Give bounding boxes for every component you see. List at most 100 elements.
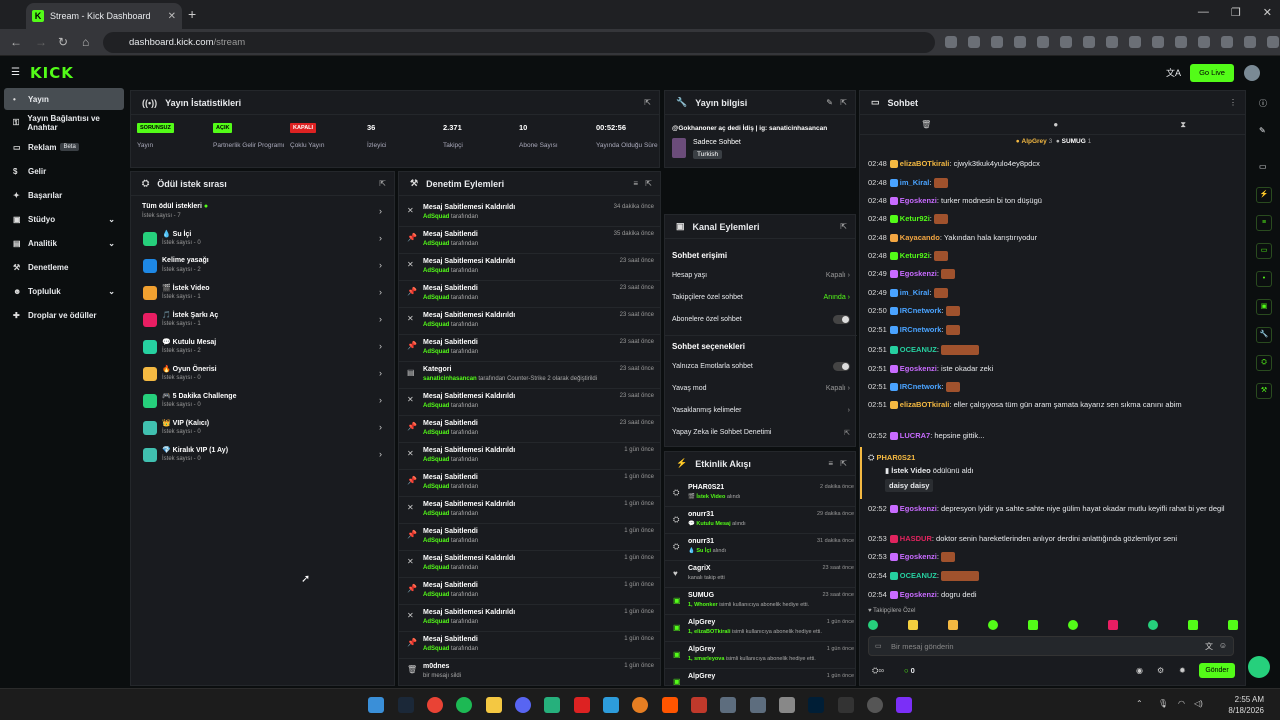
chat-username[interactable]: Egoskenzi bbox=[900, 364, 937, 373]
forward-icon[interactable]: → bbox=[35, 35, 47, 49]
channel-setting-row[interactable]: Yasaklanmış kelimeler › bbox=[672, 407, 850, 414]
chat-input[interactable]: ▭ Bir mesaj gönderin 文 ☺ bbox=[868, 636, 1234, 656]
extension-icon[interactable] bbox=[1244, 36, 1256, 48]
sidebar-item-9[interactable]: ✚ Droplar ve ödüller bbox=[4, 304, 124, 326]
chat-username[interactable]: im_Kiral bbox=[900, 288, 930, 297]
sidebar-item-4[interactable]: ✦ Başarılar bbox=[4, 184, 124, 206]
hourglass-icon[interactable]: ⧗ bbox=[1180, 120, 1186, 130]
minimize-icon[interactable]: — bbox=[1198, 6, 1209, 19]
spotify-icon[interactable] bbox=[456, 697, 472, 713]
chat-username[interactable]: OCEANUZ bbox=[900, 345, 937, 354]
channel-setting-row[interactable]: Yapay Zeka ile Sohbet Denetimi ⇱ bbox=[672, 429, 850, 437]
reward-item[interactable]: 🎬 İstek Video İstek sayısı - 1 › bbox=[142, 284, 382, 306]
extension-icon[interactable] bbox=[1267, 36, 1279, 48]
chat-username[interactable]: Egoskenzi bbox=[900, 590, 937, 599]
extension-icon[interactable] bbox=[1152, 36, 1164, 48]
url-field[interactable]: dashboard.kick.com/stream bbox=[103, 32, 935, 53]
chat-username[interactable]: IRCnetwork bbox=[900, 306, 942, 315]
lightning-rail-icon[interactable]: ⚡ bbox=[1256, 187, 1272, 203]
emote-icon[interactable] bbox=[1028, 620, 1038, 630]
emote-icon[interactable] bbox=[948, 620, 958, 630]
chevron-down-icon[interactable]: ⌄ bbox=[108, 215, 115, 224]
photoshop-icon[interactable] bbox=[808, 697, 824, 713]
sidebar-item-8[interactable]: ☻ Topluluk ⌄ bbox=[4, 280, 124, 302]
channel-setting-row[interactable]: Takipçilere özel sohbet Anında › bbox=[672, 294, 850, 301]
app-icon[interactable] bbox=[632, 697, 648, 713]
chat-username[interactable]: Egoskenzi bbox=[900, 196, 937, 205]
channel-points[interactable]: ○ 0 bbox=[904, 666, 915, 675]
emote-icon[interactable] bbox=[1108, 620, 1118, 630]
extension-icon[interactable] bbox=[1060, 36, 1072, 48]
badge-icon[interactable]: ✹ bbox=[1179, 666, 1186, 675]
wifi-icon[interactable]: ◠ bbox=[1178, 699, 1185, 708]
all-rewards-item[interactable]: Tüm ödül istekleri ● İstek sayısı - 7 › bbox=[142, 203, 382, 225]
home-icon[interactable]: ⌂ bbox=[82, 35, 89, 49]
extension-icon[interactable] bbox=[1106, 36, 1118, 48]
chat-bubble-icon[interactable]: ◉ bbox=[1136, 666, 1143, 675]
emote-icon[interactable] bbox=[1068, 620, 1078, 630]
chat-username[interactable]: HASDUR bbox=[900, 534, 932, 543]
close-tab-icon[interactable]: ✕ bbox=[168, 11, 176, 22]
chat-username[interactable]: elizaBOTkirali bbox=[900, 159, 950, 168]
translate-icon[interactable]: 文 bbox=[1205, 641, 1213, 652]
new-tab-icon[interactable]: + bbox=[188, 6, 196, 22]
sidebar-item-0[interactable]: • Yayın bbox=[4, 88, 124, 110]
sidebar-item-2[interactable]: ▭ Reklam Beta bbox=[4, 136, 124, 158]
chat-username[interactable]: OCEANUZ bbox=[900, 571, 937, 580]
hammer-rail-icon[interactable]: ⚒ bbox=[1256, 383, 1272, 399]
chat-username[interactable]: Kayacando bbox=[900, 233, 940, 242]
explorer-icon[interactable] bbox=[486, 697, 502, 713]
close-window-icon[interactable]: ✕ bbox=[1263, 6, 1272, 19]
sidebar-item-6[interactable]: ▤ Analitik ⌄ bbox=[4, 232, 124, 254]
extension-icon[interactable] bbox=[1221, 36, 1233, 48]
microphone-icon[interactable]: 🎙 bbox=[1158, 699, 1168, 708]
sidebar-item-5[interactable]: ▣ Stüdyo ⌄ bbox=[4, 208, 124, 230]
extension-icon[interactable] bbox=[1175, 36, 1187, 48]
channel-setting-row[interactable]: Hesap yaşı Kapalı › bbox=[672, 272, 850, 279]
extension-icon[interactable] bbox=[1014, 36, 1026, 48]
channel-setting-row[interactable]: Abonelere özel sohbet bbox=[672, 315, 850, 324]
emoji-icon[interactable]: ☺ bbox=[1219, 641, 1227, 650]
reward-rail-icon[interactable]: ⛭ bbox=[1256, 355, 1272, 371]
channel-setting-row[interactable]: Yavaş mod Kapalı › bbox=[672, 385, 850, 392]
popout-icon[interactable]: ⇱ bbox=[840, 98, 847, 107]
app-icon[interactable] bbox=[867, 697, 883, 713]
tag-chip[interactable]: Turkish bbox=[693, 150, 723, 159]
trash-icon[interactable]: 🗑 bbox=[921, 120, 931, 129]
chat-username[interactable]: elizaBOTkirali bbox=[900, 400, 950, 409]
tray-chevron-icon[interactable]: ⌃ bbox=[1136, 699, 1143, 708]
emote-icon[interactable] bbox=[1188, 620, 1198, 630]
emote-icon[interactable] bbox=[988, 620, 998, 630]
chat-username[interactable]: IRCnetwork bbox=[900, 325, 942, 334]
chat-username[interactable]: Egoskenzi bbox=[900, 269, 937, 278]
app-icon[interactable] bbox=[691, 697, 707, 713]
reload-icon[interactable]: ↻ bbox=[58, 35, 68, 49]
app-icon[interactable] bbox=[603, 697, 619, 713]
extension-icon[interactable] bbox=[968, 36, 980, 48]
edit-icon[interactable]: ✎ bbox=[1259, 126, 1266, 135]
hamburger-menu-icon[interactable]: ☰ bbox=[11, 67, 20, 78]
chevron-down-icon[interactable]: ⌄ bbox=[108, 239, 115, 248]
chat-username[interactable]: Ketur92i bbox=[900, 214, 930, 223]
popout-icon[interactable]: ⇱ bbox=[644, 98, 651, 107]
app-icon[interactable] bbox=[838, 697, 854, 713]
send-button[interactable]: Gönder bbox=[1199, 663, 1235, 678]
reward-settings-icon[interactable]: ⛭∞ bbox=[872, 666, 884, 676]
extension-icon[interactable] bbox=[991, 36, 1003, 48]
toggle-switch[interactable] bbox=[833, 315, 850, 324]
volume-icon[interactable]: ◁) bbox=[1194, 699, 1203, 708]
reward-item[interactable]: 🎵 İstek Şarkı Aç İstek sayısı - 1 › bbox=[142, 311, 382, 333]
chat-username[interactable]: LUCRA7 bbox=[900, 431, 930, 440]
extension-icon[interactable] bbox=[1037, 36, 1049, 48]
wrench-rail-icon[interactable]: 🔧 bbox=[1256, 327, 1272, 343]
extension-icon[interactable] bbox=[1198, 36, 1210, 48]
chat-username[interactable]: Egoskenzi bbox=[900, 504, 937, 513]
chat-bubble-icon[interactable]: ● bbox=[1053, 120, 1058, 129]
popout-icon[interactable]: ⇱ bbox=[645, 179, 652, 188]
translate-icon[interactable]: 文A bbox=[1166, 66, 1181, 79]
reward-item[interactable]: Kelime yasağı İstek sayısı - 2 › bbox=[142, 257, 382, 279]
reward-item[interactable]: 💎 Kiralık VIP (1 Ay) İstek sayısı - 0 › bbox=[142, 446, 382, 468]
app-icon[interactable] bbox=[750, 697, 766, 713]
emote-icon[interactable] bbox=[908, 620, 918, 630]
broadcast-rail-icon[interactable]: • bbox=[1256, 271, 1272, 287]
